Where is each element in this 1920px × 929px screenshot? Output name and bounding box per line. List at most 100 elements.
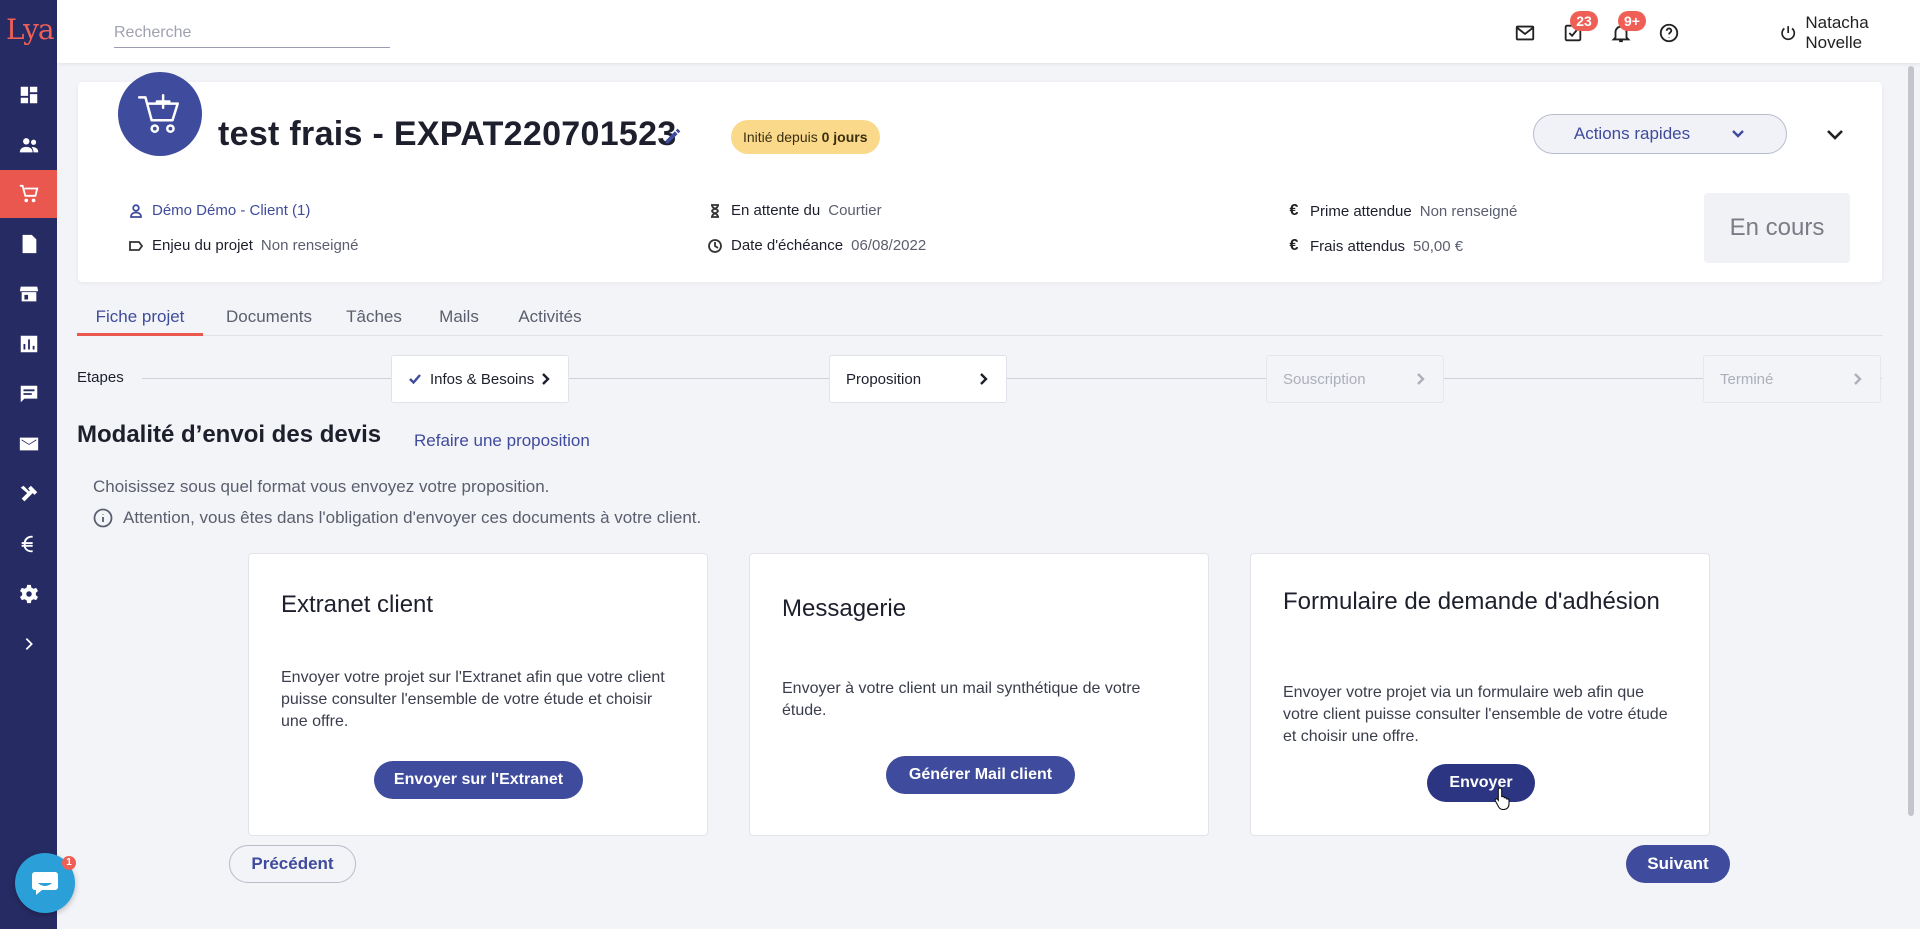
- fees-value: 50,00 €: [1413, 237, 1464, 255]
- pencil-icon: [665, 128, 681, 144]
- sidebar-item-tools[interactable]: [0, 470, 57, 518]
- step-infos-besoins[interactable]: Infos & Besoins: [391, 355, 569, 403]
- mail-button[interactable]: [1512, 20, 1538, 46]
- edit-title-button[interactable]: [662, 125, 686, 149]
- check-icon: [409, 374, 421, 385]
- sidebar-item-settings[interactable]: [0, 570, 57, 618]
- person-icon: [130, 203, 142, 218]
- tasks-button[interactable]: 23: [1560, 11, 1598, 46]
- hourglass-icon: [711, 203, 719, 218]
- redo-proposition-link[interactable]: Refaire une proposition: [414, 431, 590, 451]
- chevron-down-icon: [1827, 130, 1843, 140]
- quick-actions-dropdown[interactable]: Actions rapides: [1533, 114, 1787, 154]
- document-icon: [22, 234, 36, 254]
- user-menu[interactable]: Natacha Novelle: [1779, 13, 1920, 52]
- sidebar-item-finance[interactable]: [0, 520, 57, 568]
- sidebar-item-messages[interactable]: [0, 370, 57, 418]
- step-proposition[interactable]: Proposition: [829, 355, 1007, 403]
- tab-documents[interactable]: Documents: [214, 298, 324, 336]
- chat-icon: [20, 385, 37, 403]
- stake-label: Enjeu du projet: [152, 237, 253, 254]
- sidebar-item-projects[interactable]: [0, 170, 57, 218]
- sidebar-item-dashboard[interactable]: [0, 71, 57, 119]
- sidebar-expand-toggle[interactable]: [0, 620, 57, 668]
- gear-icon: [19, 584, 38, 604]
- help-button[interactable]: [1656, 20, 1682, 46]
- waiting-value: Courtier: [828, 202, 882, 219]
- tab-activites[interactable]: Activités: [505, 298, 595, 336]
- envelope-icon: [1515, 25, 1535, 41]
- chevron-down-icon: [1732, 130, 1744, 138]
- dashboard-icon: [20, 86, 37, 104]
- step-label: Souscription: [1283, 370, 1366, 388]
- tasks-count-badge: 23: [1570, 11, 1598, 31]
- project-title: test frais - EXPAT220701523: [218, 115, 677, 153]
- option-description: Envoyer votre projet sur l'Extranet afin…: [281, 669, 665, 730]
- option-card-formulaire: Formulaire de demande d'adhésion Envoyer…: [1250, 553, 1710, 836]
- sidebar: Lya: [0, 0, 57, 929]
- option-title: Messagerie: [782, 595, 907, 622]
- tab-mails[interactable]: Mails: [428, 298, 490, 336]
- euro-icon: [21, 535, 33, 553]
- info-icon: [93, 508, 113, 528]
- clock-icon: [708, 238, 722, 253]
- chevron-right-icon: [542, 373, 550, 385]
- chevron-right-icon: [1417, 373, 1425, 385]
- sidebar-item-mail[interactable]: [0, 420, 57, 468]
- previous-button[interactable]: Précédent: [229, 845, 356, 883]
- collapse-header-button[interactable]: [1823, 122, 1849, 148]
- client-info: Démo Démo - Client (1): [128, 202, 310, 219]
- tab-taches[interactable]: Tâches: [336, 298, 412, 336]
- sidebar-item-contacts[interactable]: [0, 121, 57, 169]
- step-label: Proposition: [846, 370, 922, 388]
- generate-client-mail-button[interactable]: Générer Mail client: [886, 756, 1075, 794]
- step-label: Infos & Besoins: [430, 370, 535, 388]
- chat-unread-badge: 1: [62, 856, 76, 870]
- euro-icon: €: [1289, 202, 1299, 219]
- search-input[interactable]: [114, 18, 390, 48]
- step-souscription: Souscription: [1266, 355, 1444, 403]
- warning-notice: Attention, vous êtes dans l'obligation d…: [93, 508, 701, 528]
- chevron-right-icon: [1854, 373, 1862, 385]
- project-avatar: [118, 72, 202, 156]
- status-pill-prefix: Initié depuis: [743, 129, 818, 145]
- sidebar-item-reports[interactable]: [0, 320, 57, 368]
- users-icon: [19, 138, 38, 153]
- sidebar-item-store[interactable]: [0, 270, 57, 318]
- cart-icon: [19, 184, 38, 203]
- send-form-button[interactable]: Envoyer: [1427, 764, 1535, 802]
- notifications-count-badge: 9+: [1618, 11, 1646, 31]
- quick-actions-label: Actions rapides: [1573, 124, 1691, 143]
- option-title: Extranet client: [281, 591, 434, 618]
- waiting-label: En attente du: [731, 202, 821, 219]
- tools-icon: [20, 485, 37, 502]
- euro-icon: €: [1289, 237, 1299, 254]
- premium-label: Prime attendue: [1310, 202, 1412, 220]
- option-card-messagerie: Messagerie Envoyer à votre client un mai…: [749, 553, 1209, 836]
- sidebar-item-documents[interactable]: [0, 220, 57, 268]
- notifications-button[interactable]: 9+: [1608, 11, 1646, 46]
- label-tag-icon: [129, 240, 144, 251]
- project-stake: Enjeu du projet Non renseigné: [128, 237, 358, 254]
- due-value: 06/08/2022: [851, 237, 927, 254]
- project-tabs: Fiche projet Documents Tâches Mails Acti…: [77, 298, 1883, 336]
- client-link[interactable]: Démo Démo - Client (1): [152, 202, 310, 219]
- tab-fiche-projet[interactable]: Fiche projet: [77, 298, 203, 336]
- option-description: Envoyer votre projet via un formulaire w…: [1283, 684, 1668, 745]
- page-scrollbar-thumb[interactable]: [1908, 66, 1914, 816]
- fees-label: Frais attendus: [1310, 237, 1406, 255]
- option-description: Envoyer à votre client un mail synthétiq…: [782, 680, 1141, 719]
- waiting-for: En attente du Courtier: [707, 202, 882, 219]
- section-title: Modalité d’envoi des devis: [77, 421, 382, 448]
- expected-premium: € Prime attendue Non renseigné: [1286, 202, 1518, 220]
- send-extranet-button[interactable]: Envoyer sur l'Extranet: [374, 761, 583, 799]
- add-to-cart-icon: [137, 94, 179, 133]
- chat-bubble-icon: [32, 872, 58, 895]
- user-name: Natacha Novelle: [1805, 13, 1869, 52]
- stepper-label: Etapes: [77, 369, 124, 386]
- mail-icon: [19, 437, 38, 451]
- app-logo[interactable]: Lya: [6, 10, 55, 50]
- initiated-status-pill: Initié depuis 0 jours: [731, 120, 880, 154]
- chart-icon: [20, 335, 37, 353]
- next-button[interactable]: Suivant: [1626, 845, 1730, 883]
